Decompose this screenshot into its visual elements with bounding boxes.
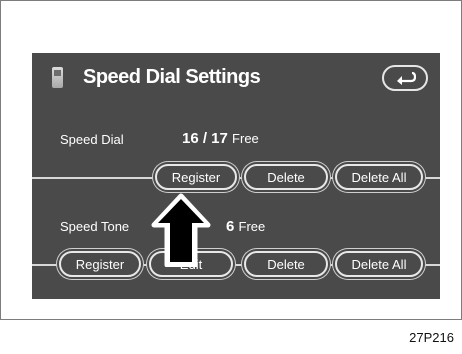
page-title: Speed Dial Settings: [83, 66, 261, 88]
speed-tone-delete-all-button[interactable]: Delete All: [335, 251, 423, 277]
speed-dial-free-label: Free: [232, 131, 259, 146]
back-arrow-icon: [397, 71, 416, 85]
speed-dial-free-count: 16 / 17 Free: [182, 130, 259, 147]
speed-dial-delete-all-button[interactable]: Delete All: [335, 164, 423, 190]
speed-dial-register-button[interactable]: Register: [155, 164, 237, 190]
settings-screen: Speed Dial Settings Speed Dial 16 / 17 F…: [32, 53, 440, 299]
speed-tone-register-button[interactable]: Register: [59, 251, 141, 277]
speed-tone-free-label: Free: [238, 219, 266, 234]
speed-tone-delete-button[interactable]: Delete: [244, 251, 328, 277]
speed-tone-free-count: 6 Free: [226, 218, 265, 235]
figure-caption: 27P216: [409, 330, 454, 345]
up-arrow-icon: [151, 193, 211, 267]
figure-frame: Speed Dial Settings Speed Dial 16 / 17 F…: [0, 0, 462, 320]
speed-dial-delete-button[interactable]: Delete: [244, 164, 328, 190]
speed-tone-label: Speed Tone: [60, 219, 130, 234]
speed-tone-count: 6: [226, 218, 235, 235]
speed-dial-label: Speed Dial: [60, 132, 124, 147]
back-button[interactable]: [382, 65, 428, 91]
phone-icon: [52, 67, 63, 88]
speed-dial-count: 16 / 17: [182, 130, 228, 147]
